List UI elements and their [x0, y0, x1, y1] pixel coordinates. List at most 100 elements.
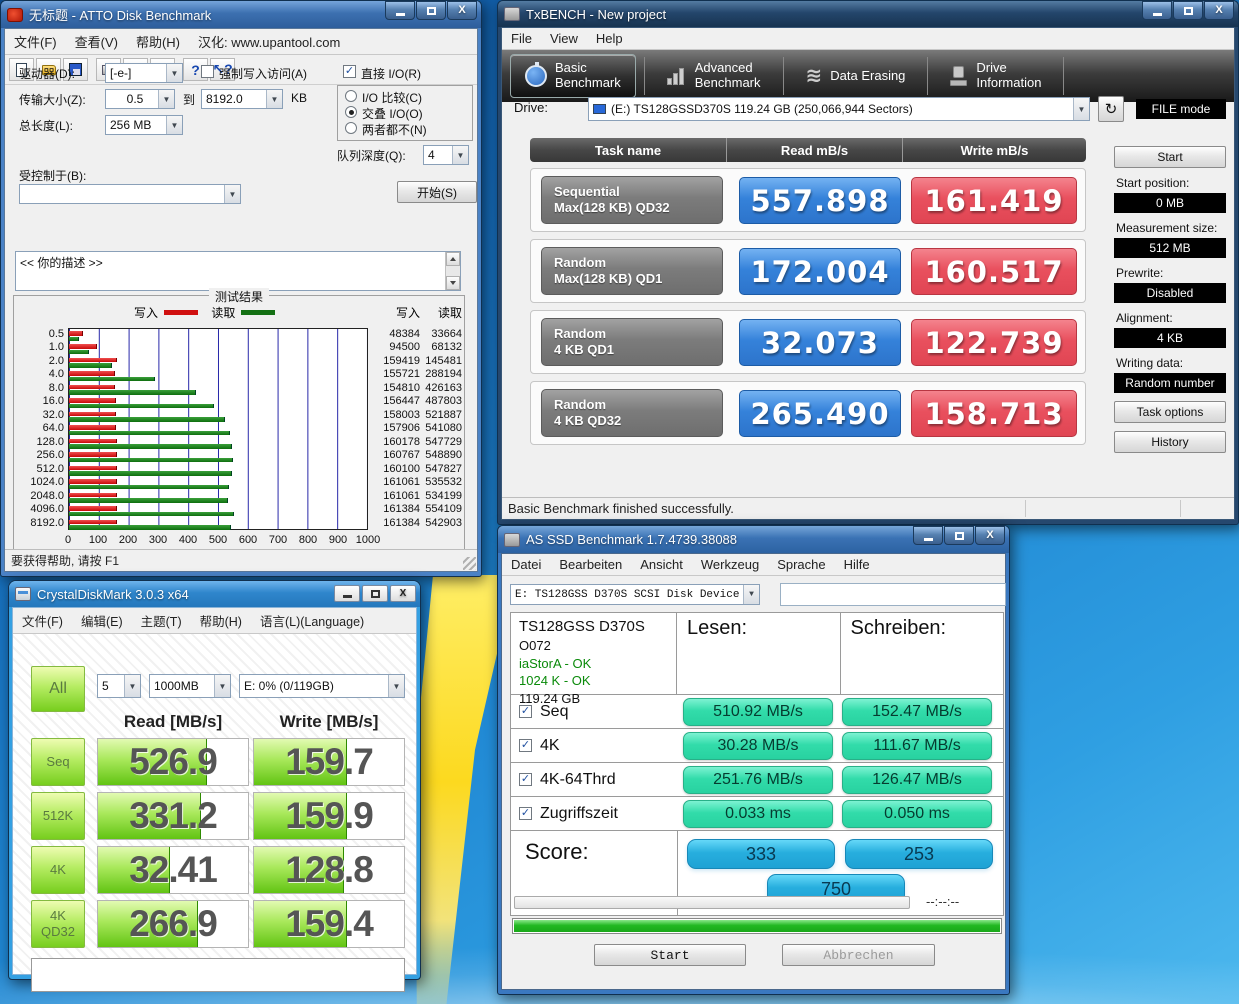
benchmark-row: Random Max(128 KB) QD1 172.004 160.517 [530, 239, 1086, 303]
minimize-button[interactable] [913, 526, 943, 545]
resize-grip[interactable] [463, 557, 476, 570]
chevron-down-icon[interactable]: ▼ [166, 64, 182, 82]
queue-depth-select[interactable]: 4 ▼ [423, 145, 469, 165]
test-checkbox[interactable]: ✓ [519, 739, 532, 752]
drive-select[interactable]: (E:) TS128GSSD370S 119.24 GB (250,066,94… [588, 97, 1090, 121]
test-type-button[interactable]: 4K [31, 846, 85, 894]
overlapped-io-radio[interactable] [345, 106, 357, 118]
tab-drive-information[interactable]: Drive Information [936, 54, 1055, 98]
start-button[interactable]: 开始(S) [397, 181, 477, 203]
menu-file[interactable]: 文件(F) [13, 608, 72, 633]
drive-select[interactable]: [-e-] ▼ [105, 63, 183, 83]
force-write-checkbox[interactable] [201, 65, 214, 78]
total-length-select[interactable]: 256 MB ▼ [105, 115, 183, 135]
minimize-button[interactable] [1142, 1, 1172, 20]
chart-row [69, 518, 367, 531]
test-checkbox[interactable]: ✓ [519, 773, 532, 786]
test-type-button[interactable]: 4K QD32 [31, 900, 85, 948]
close-button[interactable]: X [1204, 1, 1234, 20]
chevron-down-icon[interactable]: ▼ [1073, 98, 1089, 120]
chevron-down-icon[interactable]: ▼ [743, 585, 759, 604]
chevron-down-icon[interactable]: ▼ [166, 116, 182, 134]
tab-data-erasing[interactable]: ≋ Data Erasing [792, 54, 920, 98]
transfer-from-select[interactable]: 0.5 ▼ [105, 89, 175, 109]
maximize-button[interactable] [944, 526, 974, 545]
close-button[interactable]: X [447, 1, 477, 20]
atto-titlebar[interactable]: 无标题 - ATTO Disk Benchmark X [1, 1, 481, 28]
controlled-by-select[interactable]: ▼ [19, 184, 241, 204]
transfer-to-select[interactable]: 8192.0 ▼ [201, 89, 283, 109]
description-scrollbar[interactable] [445, 252, 460, 290]
chevron-down-icon[interactable]: ▼ [266, 90, 282, 108]
close-button[interactable]: X [975, 526, 1005, 545]
io-compare-radio[interactable] [345, 90, 357, 102]
cdm-titlebar[interactable]: CrystalDiskMark 3.0.3 x64 X [9, 581, 420, 607]
scroll-up-icon[interactable] [446, 252, 460, 266]
file-mode-badge[interactable]: FILE mode [1136, 99, 1226, 119]
refresh-button[interactable]: ↻ [1098, 96, 1124, 122]
txbench-titlebar[interactable]: TxBENCH - New project X [498, 1, 1238, 27]
test-size-select[interactable]: 1000MB ▼ [149, 674, 231, 698]
menu-tools[interactable]: Werkzeug [692, 554, 768, 575]
chevron-down-icon[interactable]: ▼ [158, 90, 174, 108]
description-box[interactable]: << 你的描述 >> [15, 251, 461, 291]
tab-basic-benchmark[interactable]: Basic Benchmark [510, 54, 636, 98]
asssd-titlebar[interactable]: AS SSD Benchmark 1.7.4739.38088 X [498, 526, 1009, 553]
menu-view[interactable]: Ansicht [631, 554, 692, 575]
menu-help[interactable]: Help [587, 28, 632, 49]
cdm-title: CrystalDiskMark 3.0.3 x64 [37, 586, 189, 602]
menu-view[interactable]: 查看(V) [66, 29, 127, 54]
read-value: 521887 [425, 408, 462, 421]
write-value: 158003 [383, 408, 420, 421]
read-bar [69, 417, 225, 422]
target-drive-select[interactable]: E: 0% (0/119GB) ▼ [239, 674, 405, 698]
test-checkbox[interactable]: ✓ [519, 705, 532, 718]
menu-language[interactable]: Sprache [768, 554, 834, 575]
test-type-button[interactable]: 512K [31, 792, 85, 840]
secondary-combo[interactable] [780, 583, 1006, 606]
history-button[interactable]: History [1114, 431, 1226, 453]
menu-edit[interactable]: Bearbeiten [550, 554, 631, 575]
close-button[interactable]: X [390, 585, 416, 602]
to-label: 到 [183, 93, 196, 107]
restore-button[interactable] [362, 585, 388, 602]
write-bar [69, 479, 117, 484]
tab-advanced-benchmark[interactable]: Advanced Benchmark [653, 54, 775, 98]
chevron-down-icon[interactable]: ▼ [224, 185, 240, 203]
chevron-down-icon[interactable]: ▼ [214, 675, 230, 697]
menu-language[interactable]: 语言(L)(Language) [251, 608, 373, 633]
start-button[interactable]: Start [594, 944, 746, 966]
test-type-button[interactable]: Seq [31, 738, 85, 786]
chevron-down-icon[interactable]: ▼ [124, 675, 140, 697]
write-cell: 159.7 [253, 738, 405, 786]
menu-file[interactable]: File [502, 28, 541, 49]
start-button[interactable]: Start [1114, 146, 1226, 168]
maximize-button[interactable] [1173, 1, 1203, 20]
test-checkbox[interactable]: ✓ [519, 807, 532, 820]
block-size-label: 2048.0 [30, 489, 64, 502]
write-cell: 128.8 [253, 846, 405, 894]
menu-help[interactable]: Hilfe [835, 554, 879, 575]
chevron-down-icon[interactable]: ▼ [388, 675, 404, 697]
run-all-button[interactable]: All [31, 666, 85, 712]
minimize-button[interactable] [334, 585, 360, 602]
minimize-button[interactable] [385, 1, 415, 20]
comment-box[interactable] [31, 958, 405, 992]
write-value: 48384 [389, 328, 420, 340]
menu-help[interactable]: 帮助(H) [191, 608, 251, 633]
menu-file[interactable]: Datei [502, 554, 550, 575]
task-options-button[interactable]: Task options [1114, 401, 1226, 423]
menu-help[interactable]: 帮助(H) [127, 29, 189, 54]
device-select[interactable]: E: TS128GSS D370S SCSI Disk Device ▼ [510, 584, 760, 605]
neither-radio[interactable] [345, 122, 357, 134]
test-count-select[interactable]: 5 ▼ [97, 674, 141, 698]
scroll-down-icon[interactable] [446, 276, 460, 290]
menu-theme[interactable]: 主题(T) [132, 608, 191, 633]
chevron-down-icon[interactable]: ▼ [452, 146, 468, 164]
maximize-button[interactable] [416, 1, 446, 20]
menu-file[interactable]: 文件(F) [5, 29, 66, 54]
menu-edit[interactable]: 编辑(E) [72, 608, 132, 633]
direct-io-checkbox[interactable]: ✓ [343, 65, 356, 78]
menu-view[interactable]: View [541, 28, 587, 49]
cancel-button[interactable]: Abbrechen [782, 944, 935, 966]
